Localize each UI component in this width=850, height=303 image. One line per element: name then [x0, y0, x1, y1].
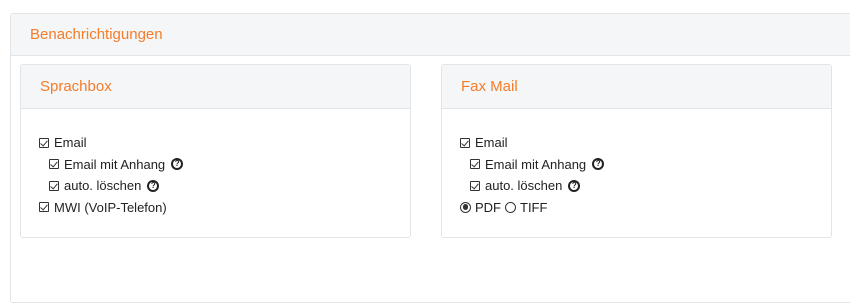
faxmail-email-attachment-checkbox[interactable]: [470, 159, 480, 170]
sprachbox-email-row: Email: [39, 132, 410, 154]
format-label-pdf[interactable]: PDF: [475, 200, 501, 215]
notifications-header: Benachrichtigungen: [11, 14, 850, 56]
faxmail-body: Email Email mit Anhang ? auto. löschen ?…: [442, 109, 831, 218]
sprachbox-email-checkbox[interactable]: [39, 137, 49, 148]
help-icon-glyph: ?: [174, 159, 180, 169]
faxmail-email-checkbox[interactable]: [460, 137, 470, 148]
help-icon-glyph: ?: [150, 180, 156, 190]
help-icon[interactable]: ?: [147, 179, 160, 192]
sprachbox-mwi-checkbox[interactable]: [39, 202, 49, 213]
help-icon-glyph: ?: [571, 180, 577, 190]
sprachbox-mwi-row: MWI (VoIP-Telefon): [39, 197, 410, 219]
faxmail-auto-delete-label[interactable]: auto. löschen: [485, 178, 562, 193]
sprachbox-card: Sprachbox Email Email mit Anhang ? auto.…: [20, 64, 411, 238]
sprachbox-body: Email Email mit Anhang ? auto. löschen ?…: [21, 109, 410, 218]
format-label-tiff[interactable]: TIFF: [520, 200, 547, 215]
faxmail-email-attachment-label[interactable]: Email mit Anhang: [485, 157, 586, 172]
sprachbox-header: Sprachbox: [21, 65, 410, 109]
faxmail-email-label[interactable]: Email: [475, 135, 508, 150]
format-radio-tiff[interactable]: [505, 201, 516, 213]
help-icon[interactable]: ?: [592, 158, 605, 171]
help-icon[interactable]: ?: [171, 158, 184, 171]
sprachbox-auto-delete-row: auto. löschen ?: [39, 175, 410, 197]
sprachbox-email-attachment-label[interactable]: Email mit Anhang: [64, 157, 165, 172]
sprachbox-auto-delete-checkbox[interactable]: [49, 180, 59, 191]
faxmail-auto-delete-row: auto. löschen ?: [460, 175, 831, 197]
faxmail-card: Fax Mail Email Email mit Anhang ? auto. …: [441, 64, 832, 238]
faxmail-title: Fax Mail: [461, 78, 518, 95]
sprachbox-email-label[interactable]: Email: [54, 135, 87, 150]
sprachbox-auto-delete-label[interactable]: auto. löschen: [64, 178, 141, 193]
faxmail-email-row: Email: [460, 132, 831, 154]
faxmail-auto-delete-checkbox[interactable]: [470, 180, 480, 191]
faxmail-email-attachment-row: Email mit Anhang ?: [460, 154, 831, 176]
format-radio-pdf[interactable]: [460, 201, 471, 213]
help-icon-glyph: ?: [595, 159, 601, 169]
help-icon[interactable]: ?: [568, 179, 581, 192]
faxmail-header: Fax Mail: [442, 65, 831, 109]
sprachbox-email-attachment-row: Email mit Anhang ?: [39, 154, 410, 176]
notifications-title: Benachrichtigungen: [30, 26, 163, 43]
faxmail-format-row: PDF TIFF: [460, 197, 831, 219]
sprachbox-mwi-label[interactable]: MWI (VoIP-Telefon): [54, 200, 167, 215]
sprachbox-title: Sprachbox: [40, 78, 112, 95]
sprachbox-email-attachment-checkbox[interactable]: [49, 159, 59, 170]
